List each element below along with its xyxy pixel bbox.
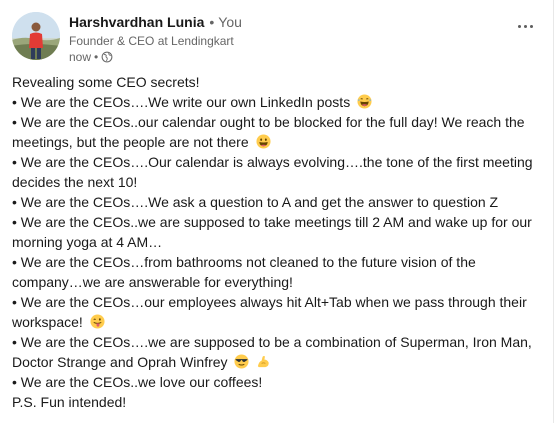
post-line: • We are the CEOs..our calendar ought to… (12, 112, 540, 152)
post-line-text: • We are the CEOs….We ask a question to … (12, 194, 499, 210)
post-line: • We are the CEOs….We ask a question to … (12, 192, 540, 212)
separator-dot: • (209, 14, 215, 30)
sunglasses-face-emoji (234, 354, 249, 369)
grinning-face-emoji (255, 134, 271, 149)
tongue-out-face-emoji (90, 314, 105, 329)
post-line: • We are the CEOs..we are supposed to ta… (12, 212, 540, 252)
author-name[interactable]: Harshvardhan Lunia (69, 12, 204, 32)
post-time: now (69, 50, 92, 64)
post-header: Harshvardhan Lunia • You Founder & CEO a… (12, 12, 553, 64)
post-line-text: • We are the CEOs….We write our own Link… (12, 94, 351, 110)
separator-dot: • (94, 50, 99, 64)
post-line: Revealing some CEO secrets! (12, 72, 540, 92)
post-line-text: • We are the CEOs..we are supposed to ta… (12, 214, 532, 250)
post-line-text: • We are the CEOs….Our calendar is alway… (12, 154, 533, 190)
post-line-text: • We are the CEOs..we love our coffees! (12, 374, 263, 390)
post-body: Revealing some CEO secrets! • We are the… (12, 72, 540, 412)
more-dot (523, 24, 527, 28)
post-line: • We are the CEOs….We write our own Link… (12, 92, 540, 112)
more-options-button[interactable] (509, 16, 541, 36)
avatar-photo (12, 12, 60, 60)
post-card: Harshvardhan Lunia • You Founder & CEO a… (0, 0, 554, 423)
author-headline: Founder & CEO at Lendingkart (69, 34, 234, 48)
post-line: • We are the CEOs…from bathrooms not cle… (12, 252, 540, 292)
post-line: • We are the CEOs….Our calendar is alway… (12, 152, 540, 192)
flexed-biceps-emoji (258, 355, 270, 368)
author-meta: Harshvardhan Lunia • You Founder & CEO a… (69, 12, 503, 65)
post-line: • We are the CEOs….we are supposed to be… (12, 332, 540, 372)
more-horizontal-icon (517, 24, 521, 28)
author-avatar[interactable] (12, 12, 60, 60)
globe-icon (101, 51, 113, 63)
post-line-text: • We are the CEOs….we are supposed to be… (12, 334, 532, 370)
post-line: • We are the CEOs…our employees always h… (12, 292, 540, 332)
laughing-face-emoji (357, 94, 372, 109)
post-timestamp-row: now • (69, 49, 503, 65)
name-row: Harshvardhan Lunia • You (69, 12, 503, 32)
post-line-text: P.S. Fun intended! (12, 394, 127, 410)
post-line: • We are the CEOs..we love our coffees! (12, 372, 540, 392)
post-line: P.S. Fun intended! (12, 392, 540, 412)
more-dot (529, 24, 533, 28)
post-line-text: • We are the CEOs…from bathrooms not cle… (12, 254, 476, 290)
post-line-text: Revealing some CEO secrets! (12, 74, 200, 90)
connection-degree: You (218, 14, 242, 30)
